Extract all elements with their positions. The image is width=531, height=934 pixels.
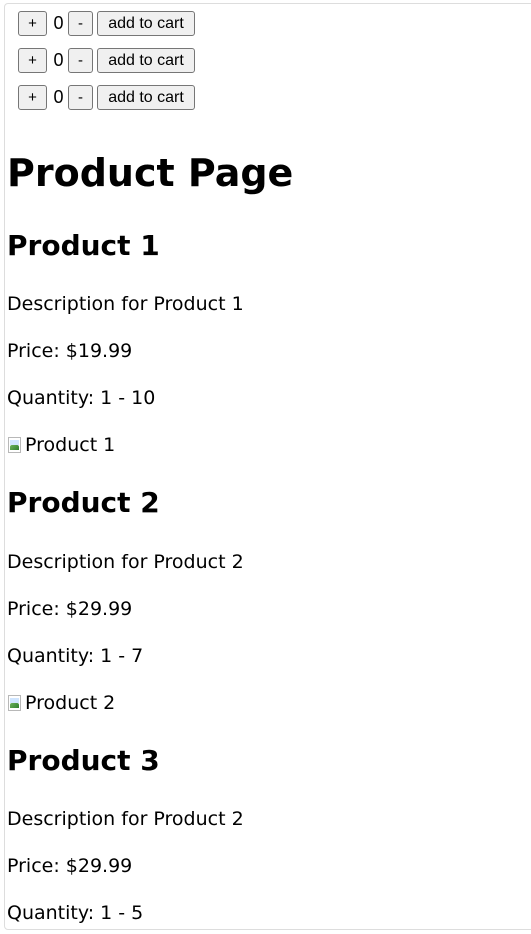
- broken-image-icon: [7, 695, 23, 711]
- increment-button[interactable]: +: [18, 85, 47, 110]
- add-to-cart-button[interactable]: add to cart: [97, 11, 195, 36]
- cart-row-2: + 0 - add to cart: [18, 47, 195, 74]
- cart-row-1: + 0 - add to cart: [18, 10, 195, 37]
- product-image: Product 2: [7, 691, 115, 715]
- product-price: Price: $19.99: [7, 340, 133, 362]
- quantity-value: 0: [53, 50, 64, 70]
- product-title: Product 1: [7, 229, 160, 262]
- product-image-alt: Product 2: [25, 692, 116, 714]
- product-description: Description for Product 1: [7, 293, 244, 315]
- broken-image-icon: [7, 437, 23, 453]
- product-quantity-range: Quantity: 1 - 10: [7, 387, 156, 409]
- add-to-cart-button[interactable]: add to cart: [97, 48, 195, 73]
- product-title: Product 2: [7, 486, 160, 519]
- page-title: Product Page: [7, 151, 294, 195]
- cart-row-3: + 0 - add to cart: [18, 84, 195, 111]
- add-to-cart-button[interactable]: add to cart: [97, 85, 195, 110]
- cart-controls: + 0 - add to cart + 0 - add to cart + 0 …: [18, 10, 195, 121]
- decrement-button[interactable]: -: [68, 85, 93, 110]
- product-image: Product 1: [7, 433, 115, 457]
- increment-button[interactable]: +: [18, 48, 47, 73]
- decrement-button[interactable]: -: [68, 48, 93, 73]
- page-frame: + 0 - add to cart + 0 - add to cart + 0 …: [4, 3, 531, 930]
- product-quantity-range: Quantity: 1 - 7: [7, 645, 144, 667]
- product-description: Description for Product 2: [7, 808, 244, 830]
- product-title: Product 3: [7, 744, 160, 777]
- quantity-value: 0: [53, 87, 64, 107]
- decrement-button[interactable]: -: [68, 11, 93, 36]
- quantity-value: 0: [53, 13, 64, 33]
- product-price: Price: $29.99: [7, 598, 133, 620]
- product-quantity-range: Quantity: 1 - 5: [7, 902, 144, 924]
- product-image-alt: Product 1: [25, 434, 116, 456]
- product-price: Price: $29.99: [7, 855, 133, 877]
- increment-button[interactable]: +: [18, 11, 47, 36]
- product-description: Description for Product 2: [7, 551, 244, 573]
